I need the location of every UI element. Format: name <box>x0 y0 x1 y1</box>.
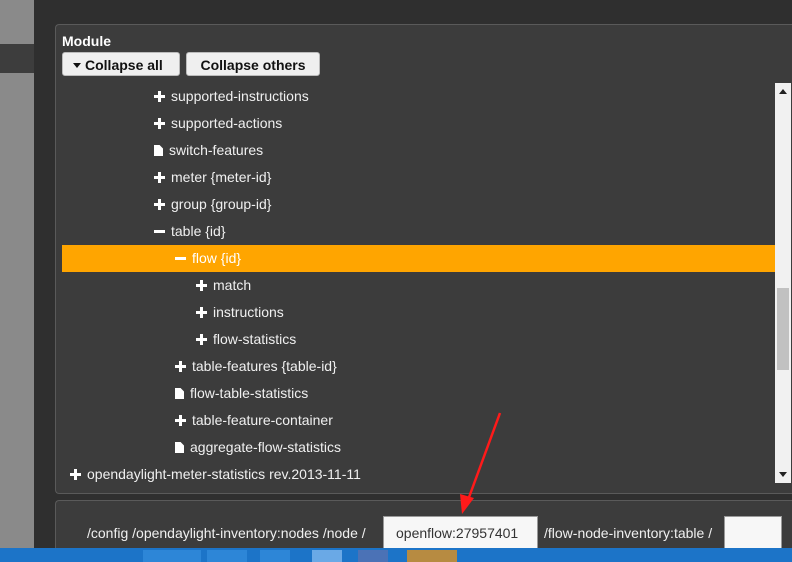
annotation-arrow <box>460 412 502 514</box>
